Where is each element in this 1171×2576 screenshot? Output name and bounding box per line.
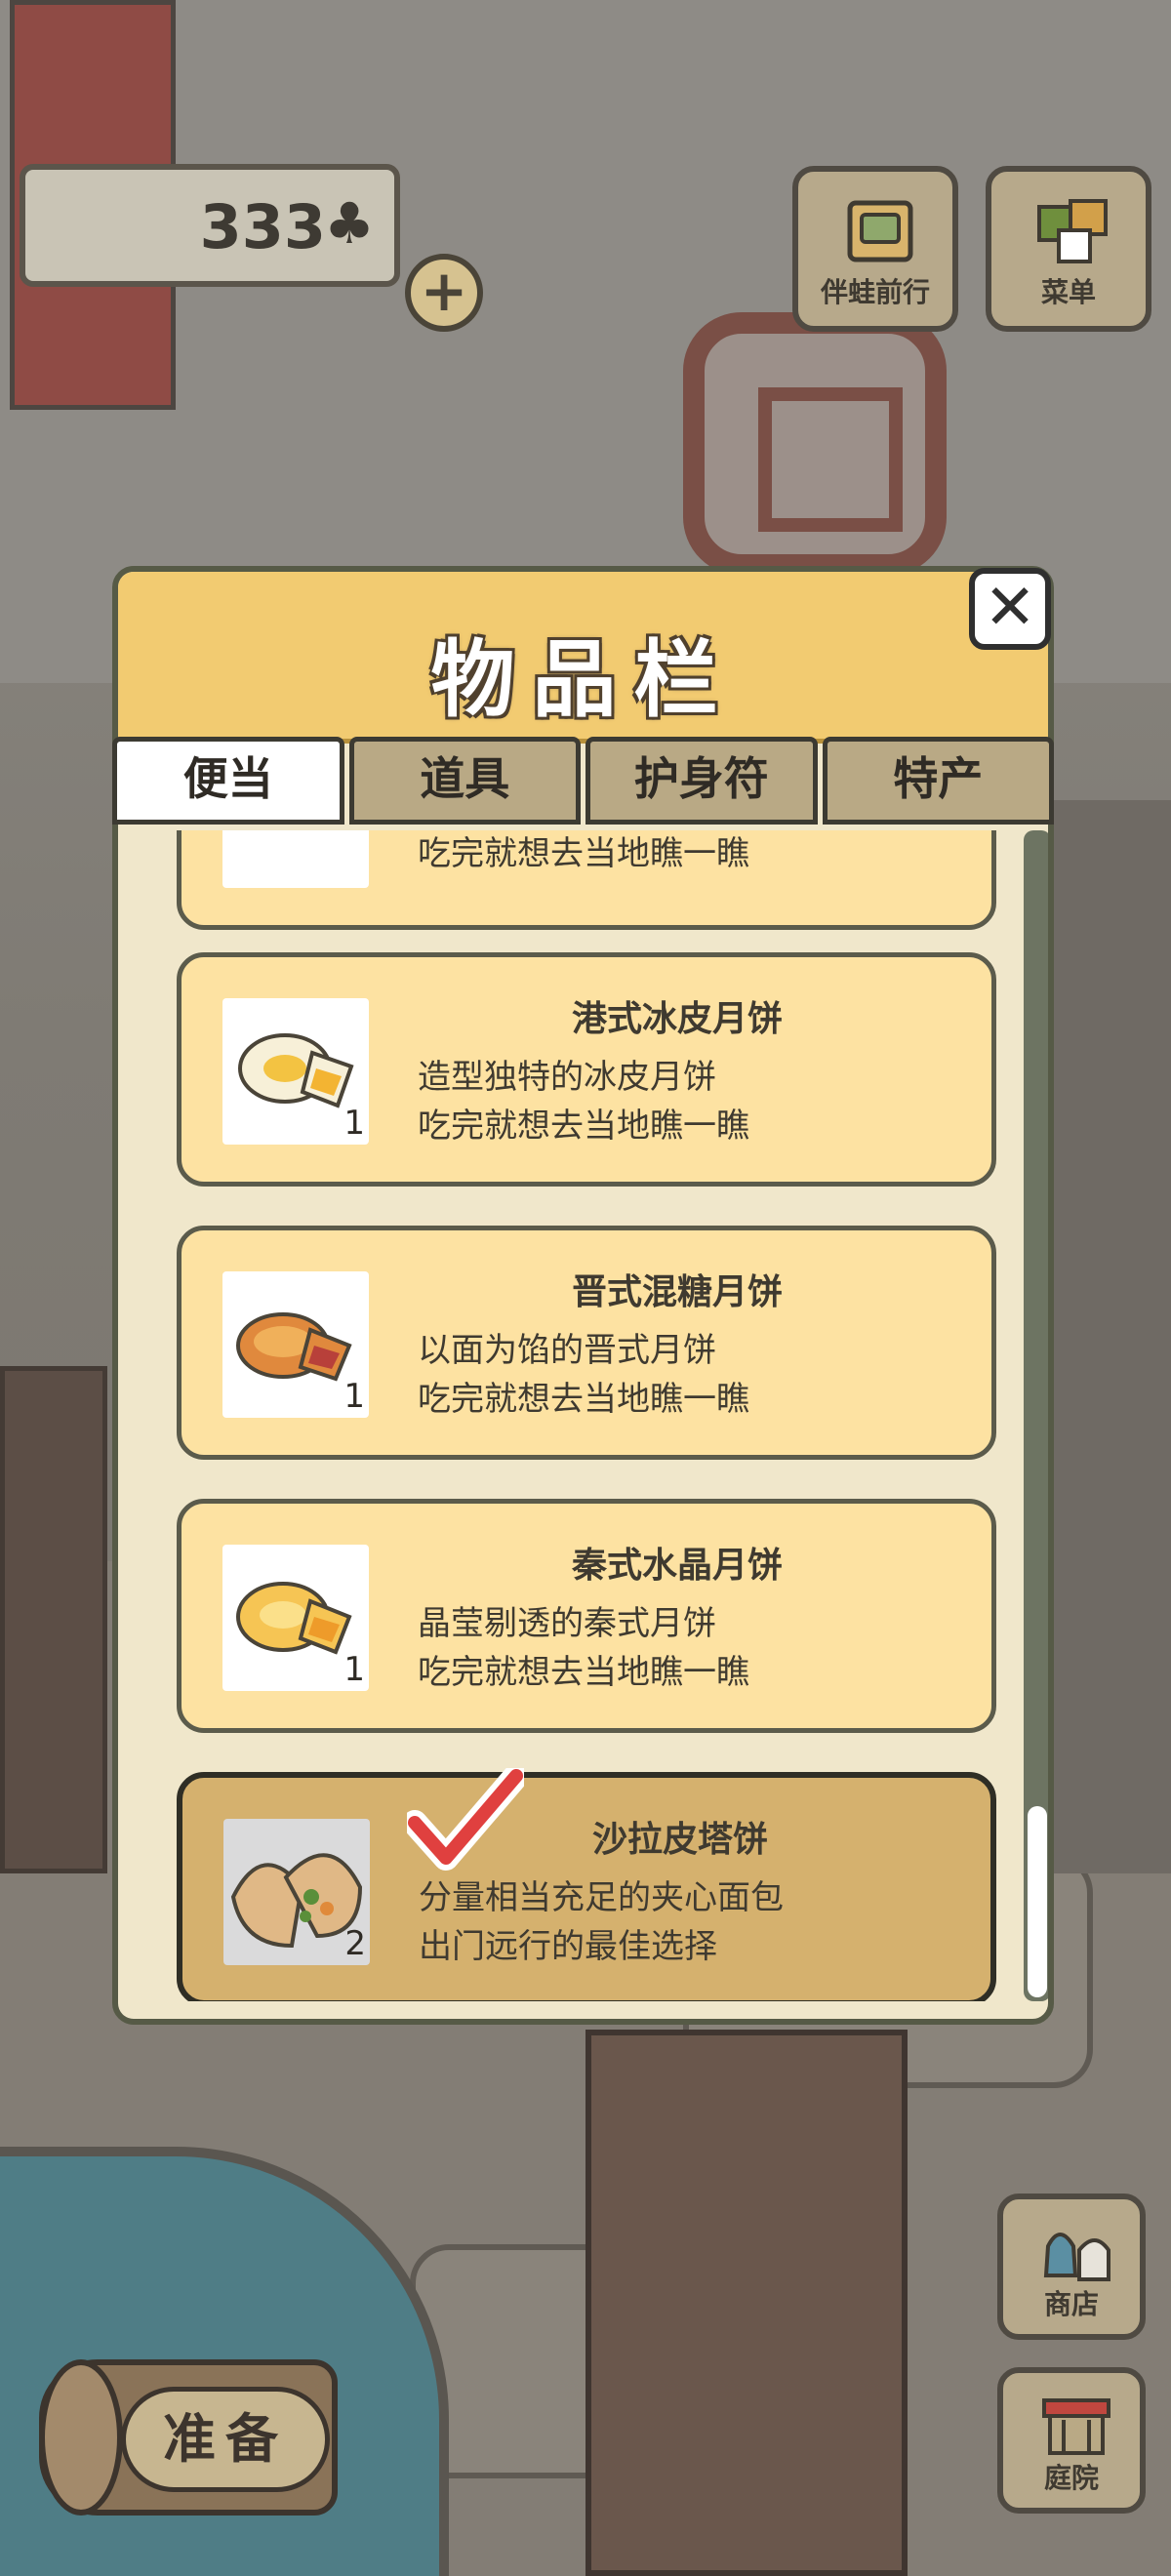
item-list-scrollbar[interactable] — [1024, 830, 1048, 2001]
item-thumbnail: 2 — [223, 1819, 370, 1965]
tab-charms[interactable]: 护身符 — [586, 737, 818, 825]
clover-count: 333 — [199, 191, 326, 262]
yard-house-icon — [1042, 2398, 1110, 2455]
item-description: 晶莹剔透的秦式月饼 吃完就想去当地瞧一瞧 — [418, 1599, 749, 1697]
item-thumbnail: 1 — [222, 998, 369, 1145]
item-desc-line1: 造型独特的冰皮月饼 — [418, 1058, 716, 1097]
selected-check-icon — [407, 1768, 524, 1871]
item-thumbnail — [222, 830, 369, 888]
log-end-decoration — [39, 2359, 123, 2516]
yard-button[interactable]: 庭院 — [997, 2367, 1146, 2514]
item-name: 晋式混糖月饼 — [572, 1272, 784, 1312]
list-item[interactable]: 1 晋式混糖月饼 以面为馅的晋式月饼 吃完就想去当地瞧一瞧 — [177, 1226, 996, 1460]
shop-button[interactable]: 商店 — [997, 2194, 1146, 2340]
add-clover-button[interactable]: + — [405, 254, 483, 332]
list-item[interactable]: 1 港式冰皮月饼 造型独特的冰皮月饼 吃完就想去当地瞧一瞧 — [177, 952, 996, 1187]
travel-label: 伴蛙前行 — [820, 276, 930, 308]
item-quantity: 1 — [343, 1104, 365, 1143]
item-desc-line2: 吃完就想去当地瞧一瞧 — [418, 834, 749, 873]
map-book-icon — [847, 200, 913, 262]
menu-button[interactable]: 菜单 — [986, 166, 1151, 332]
inventory-tabs: 便当 道具 护身符 特产 — [112, 737, 1054, 825]
tab-tools[interactable]: 道具 — [348, 737, 581, 825]
item-desc-line1: 以面为馅的晋式月饼 — [418, 1331, 716, 1370]
item-quantity: 1 — [343, 1377, 365, 1416]
clover-counter: 333 ♣ — [20, 164, 400, 287]
item-description: 造型独特的冰皮月饼 吃完就想去当地瞧一瞧 — [418, 1053, 749, 1150]
left-cabinet — [0, 1366, 107, 1873]
clover-icon: ♣ — [324, 190, 375, 257]
item-desc-line2: 吃完就想去当地瞧一瞧 — [418, 1653, 749, 1692]
shop-label: 商店 — [1043, 2288, 1099, 2320]
item-quantity: 1 — [343, 1650, 365, 1689]
item-description: 分量相当充足的夹心面包 出门远行的最佳选择 — [419, 1873, 784, 1971]
close-button[interactable]: ✕ — [969, 568, 1051, 650]
scrollbar-thumb[interactable] — [1028, 1806, 1047, 1997]
item-thumbnail: 1 — [222, 1545, 369, 1691]
tab-bento[interactable]: 便当 — [112, 737, 344, 825]
item-desc-line1: 分量相当充足的夹心面包 — [419, 1878, 784, 1917]
shop-bags-icon — [1043, 2233, 1110, 2281]
menu-cards-icon — [1037, 199, 1108, 263]
tab-specialties[interactable]: 特产 — [822, 737, 1054, 825]
wooden-stand — [586, 2030, 908, 2576]
item-quantity: 2 — [344, 1924, 366, 1963]
right-shelf — [1054, 800, 1171, 1873]
item-thumbnail: 1 — [222, 1271, 369, 1418]
inventory-title: 物品栏 — [430, 631, 736, 729]
lattice-window — [683, 312, 947, 576]
item-description: 以面为馅的晋式月饼 吃完就想去当地瞧一瞧 — [418, 1326, 749, 1424]
ready-label: 准备 — [121, 2387, 330, 2492]
travel-with-frog-button[interactable]: 伴蛙前行 — [792, 166, 958, 332]
item-desc-line2: 出门远行的最佳选择 — [419, 1927, 717, 1966]
item-name: 沙拉皮塔饼 — [592, 1820, 769, 1860]
ready-button[interactable]: 准备 — [39, 2359, 338, 2516]
item-name: 秦式水晶月饼 — [572, 1546, 784, 1586]
item-desc-line1: 晶莹剔透的秦式月饼 — [418, 1604, 716, 1643]
item-desc-line2: 吃完就想去当地瞧一瞧 — [418, 1380, 749, 1419]
list-item[interactable]: 吃完就想去当地瞧一瞧 — [177, 830, 996, 930]
item-name: 港式冰皮月饼 — [572, 999, 784, 1039]
item-desc-line2: 吃完就想去当地瞧一瞧 — [418, 1107, 749, 1146]
menu-label: 菜单 — [1040, 276, 1096, 308]
list-item-selected[interactable]: 2 沙拉皮塔饼 分量相当充足的夹心面包 出门远行的最佳选择 — [177, 1768, 996, 2001]
list-item[interactable]: 1 秦式水晶月饼 晶莹剔透的秦式月饼 吃完就想去当地瞧一瞧 — [177, 1499, 996, 1733]
inventory-header: 物品栏 — [118, 572, 1048, 744]
item-list[interactable]: 吃完就想去当地瞧一瞧 1 港式冰皮月饼 造型独特的冰皮月饼 吃完就想去当地瞧一瞧 — [177, 830, 996, 2001]
yard-label: 庭院 — [1043, 2462, 1099, 2494]
